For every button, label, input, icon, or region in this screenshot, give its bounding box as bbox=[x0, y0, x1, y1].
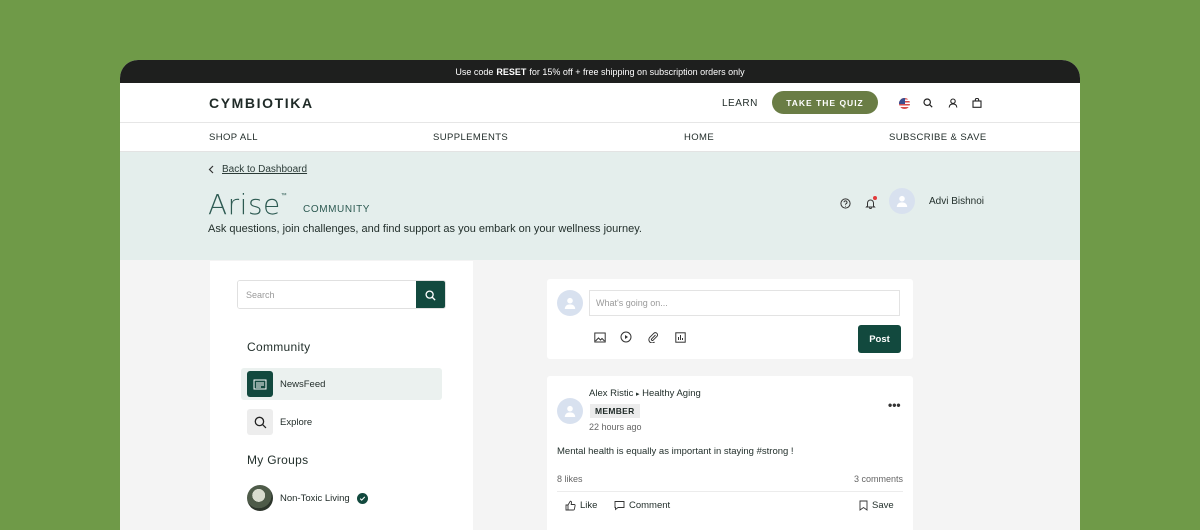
verified-check-icon bbox=[356, 492, 368, 504]
hero-subtitle: Ask questions, join challenges, and find… bbox=[208, 223, 642, 235]
group-thumbnail bbox=[247, 485, 273, 511]
my-groups-heading: My Groups bbox=[247, 453, 309, 467]
nav-home[interactable]: HOME bbox=[684, 132, 714, 143]
comments-count[interactable]: 3 comments bbox=[854, 474, 903, 484]
attachment-icon[interactable] bbox=[646, 330, 660, 344]
user-avatar[interactable] bbox=[889, 188, 915, 214]
sidebar-item-newsfeed[interactable]: NewsFeed bbox=[241, 368, 442, 400]
feed-post: Alex Ristic ▸ Healthy Aging MEMBER 22 ho… bbox=[547, 376, 913, 530]
like-button[interactable]: Like bbox=[565, 500, 597, 511]
notification-dot bbox=[873, 196, 877, 200]
promo-code: RESET bbox=[496, 66, 527, 77]
post-divider bbox=[557, 491, 903, 492]
nav-subscribe-save[interactable]: SUBSCRIBE & SAVE bbox=[889, 132, 987, 143]
search-icon bbox=[425, 290, 436, 301]
user-name[interactable]: Advi Bishnoi bbox=[929, 196, 984, 207]
search-button[interactable] bbox=[416, 281, 445, 308]
composer-avatar bbox=[557, 290, 583, 316]
us-flag-icon[interactable] bbox=[897, 96, 911, 110]
nav-supplements[interactable]: SUPPLEMENTS bbox=[433, 132, 508, 143]
sidebar-item-label: NewsFeed bbox=[280, 378, 326, 390]
comment-label: Comment bbox=[629, 500, 671, 511]
group-item-non-toxic-living[interactable]: Non-Toxic Living bbox=[241, 482, 442, 514]
post-group-name[interactable]: Healthy Aging bbox=[642, 388, 701, 399]
search-icon[interactable] bbox=[921, 96, 935, 110]
search-input[interactable] bbox=[238, 281, 416, 308]
chevron-left-icon bbox=[208, 165, 214, 174]
bell-icon[interactable] bbox=[865, 196, 877, 210]
post-timestamp: 22 hours ago bbox=[589, 422, 642, 432]
comment-button[interactable]: Comment bbox=[614, 500, 670, 511]
take-quiz-button[interactable]: TAKE THE QUIZ bbox=[772, 91, 878, 114]
cart-icon[interactable] bbox=[970, 96, 984, 110]
poll-chart-icon[interactable] bbox=[673, 330, 687, 344]
main-nav: SHOP ALL SUPPLEMENTS HOME SUBSCRIBE & SA… bbox=[120, 123, 1080, 152]
nav-shop-all[interactable]: SHOP ALL bbox=[209, 132, 258, 143]
thumbs-up-icon bbox=[565, 500, 576, 511]
community-hero: Back to Dashboard Arise™ COMMUNITY Ask q… bbox=[120, 152, 1080, 260]
promo-banner: Use code RESET for 15% off + free shippi… bbox=[120, 60, 1080, 83]
post-author-line: Alex Ristic ▸ Healthy Aging bbox=[589, 388, 701, 399]
arise-brand-text: Arise bbox=[208, 188, 281, 221]
post-composer: Post bbox=[547, 279, 913, 359]
composer-input[interactable] bbox=[589, 290, 900, 316]
app-window: Use code RESET for 15% off + free shippi… bbox=[120, 60, 1080, 530]
save-button[interactable]: Save bbox=[859, 500, 894, 511]
post-separator: ▸ bbox=[635, 391, 640, 398]
search-box bbox=[237, 280, 446, 309]
promo-text-after: for 15% off + free shipping on subscript… bbox=[529, 66, 745, 77]
likes-count[interactable]: 8 likes bbox=[557, 474, 583, 484]
logo[interactable]: CYMBIOTIKA bbox=[209, 95, 314, 111]
brand-suffix: COMMUNITY bbox=[303, 204, 371, 215]
video-icon[interactable] bbox=[619, 330, 633, 344]
back-to-dashboard[interactable]: Back to Dashboard bbox=[208, 164, 307, 175]
post-button[interactable]: Post bbox=[858, 325, 901, 353]
bookmark-icon bbox=[859, 500, 868, 511]
community-heading: Community bbox=[247, 340, 311, 354]
post-author-name[interactable]: Alex Ristic bbox=[589, 388, 633, 399]
member-badge: MEMBER bbox=[590, 404, 640, 418]
group-name: Non-Toxic Living bbox=[280, 492, 350, 504]
post-body: Mental health is equally as important in… bbox=[557, 446, 794, 457]
explore-search-icon bbox=[247, 409, 273, 435]
site-header: CYMBIOTIKA LEARN TAKE THE QUIZ bbox=[120, 83, 1080, 123]
promo-text-before: Use code bbox=[455, 66, 494, 77]
account-icon[interactable] bbox=[946, 96, 960, 110]
learn-link[interactable]: LEARN bbox=[722, 98, 758, 109]
back-link-label: Back to Dashboard bbox=[222, 164, 308, 175]
post-author-avatar[interactable] bbox=[557, 398, 583, 424]
sidebar-item-label: Explore bbox=[280, 416, 313, 428]
help-icon[interactable] bbox=[840, 196, 851, 214]
save-label: Save bbox=[872, 500, 894, 511]
more-options-icon[interactable]: ••• bbox=[888, 398, 901, 412]
like-label: Like bbox=[580, 500, 598, 511]
arise-brand: Arise™ bbox=[208, 188, 287, 221]
sidebar: Community NewsFeed Explore My Groups Non… bbox=[210, 261, 473, 530]
image-icon[interactable] bbox=[593, 330, 607, 344]
comment-icon bbox=[614, 501, 625, 511]
trademark-mark: ™ bbox=[280, 192, 288, 199]
sidebar-item-explore[interactable]: Explore bbox=[241, 406, 442, 438]
newsfeed-icon bbox=[247, 371, 273, 397]
